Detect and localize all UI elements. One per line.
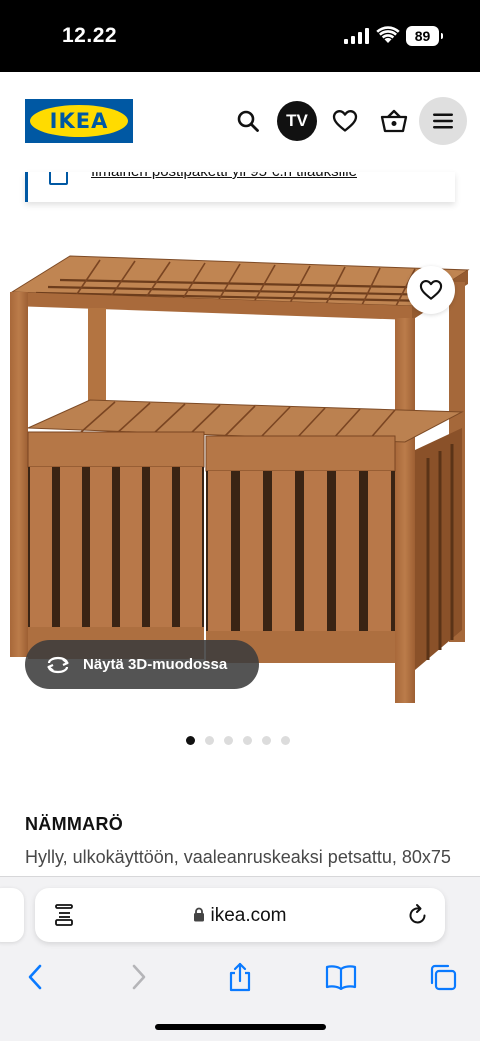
view-3d-label: Näytä 3D-muodossa <box>83 656 228 673</box>
url-text: ikea.com <box>210 905 287 926</box>
back-chevron-icon[interactable] <box>15 957 55 997</box>
hamburger-menu-icon[interactable] <box>419 97 467 145</box>
image-carousel-dots <box>186 736 290 745</box>
search-icon[interactable] <box>229 102 267 140</box>
url-display[interactable]: ikea.com <box>35 905 445 927</box>
share-icon[interactable] <box>220 957 260 997</box>
view-3d-button[interactable]: Näytä 3D-muodossa <box>25 640 259 689</box>
lock-icon <box>194 907 205 922</box>
favourites-heart-icon[interactable] <box>326 102 364 140</box>
carousel-dot[interactable] <box>262 736 271 745</box>
rotate-3d-icon <box>47 656 69 673</box>
store-button[interactable]: TV <box>277 101 317 141</box>
address-bar[interactable]: ikea.com <box>35 888 445 942</box>
battery-indicator: 89 <box>406 26 443 46</box>
product-name: NÄMMARÖ <box>25 814 124 834</box>
ikea-logo[interactable]: IKEA <box>25 99 133 143</box>
previous-tab-card[interactable] <box>0 888 24 942</box>
forward-chevron-icon[interactable] <box>119 957 159 997</box>
carousel-dot[interactable] <box>224 736 233 745</box>
carousel-dot[interactable] <box>205 736 214 745</box>
logo-text: IKEA <box>49 109 109 133</box>
add-to-favourites-heart-icon[interactable] <box>407 266 455 314</box>
bookmarks-book-icon[interactable] <box>321 957 361 997</box>
free-shipping-banner[interactable]: Ilmainen postipaketti yli 95 €:n tilauks… <box>25 172 455 202</box>
carousel-dot[interactable] <box>281 736 290 745</box>
package-icon <box>49 172 68 185</box>
reload-icon[interactable] <box>407 903 429 927</box>
cellular-signal-icon <box>344 28 369 44</box>
wifi-icon <box>376 26 400 43</box>
promo-link[interactable]: Ilmainen postipaketti yli 95 €:n tilauks… <box>91 172 357 180</box>
home-indicator <box>155 1024 326 1030</box>
carousel-dot[interactable] <box>243 736 252 745</box>
tabs-overview-icon[interactable] <box>423 957 463 997</box>
shopping-basket-icon[interactable] <box>375 102 413 140</box>
browser-toolbar: ikea.com <box>0 876 480 1041</box>
carousel-dot[interactable] <box>186 736 195 745</box>
site-header: IKEA TV <box>0 72 480 172</box>
status-time: 12.22 <box>62 24 118 47</box>
status-bar: 12.22 89 <box>0 0 480 72</box>
